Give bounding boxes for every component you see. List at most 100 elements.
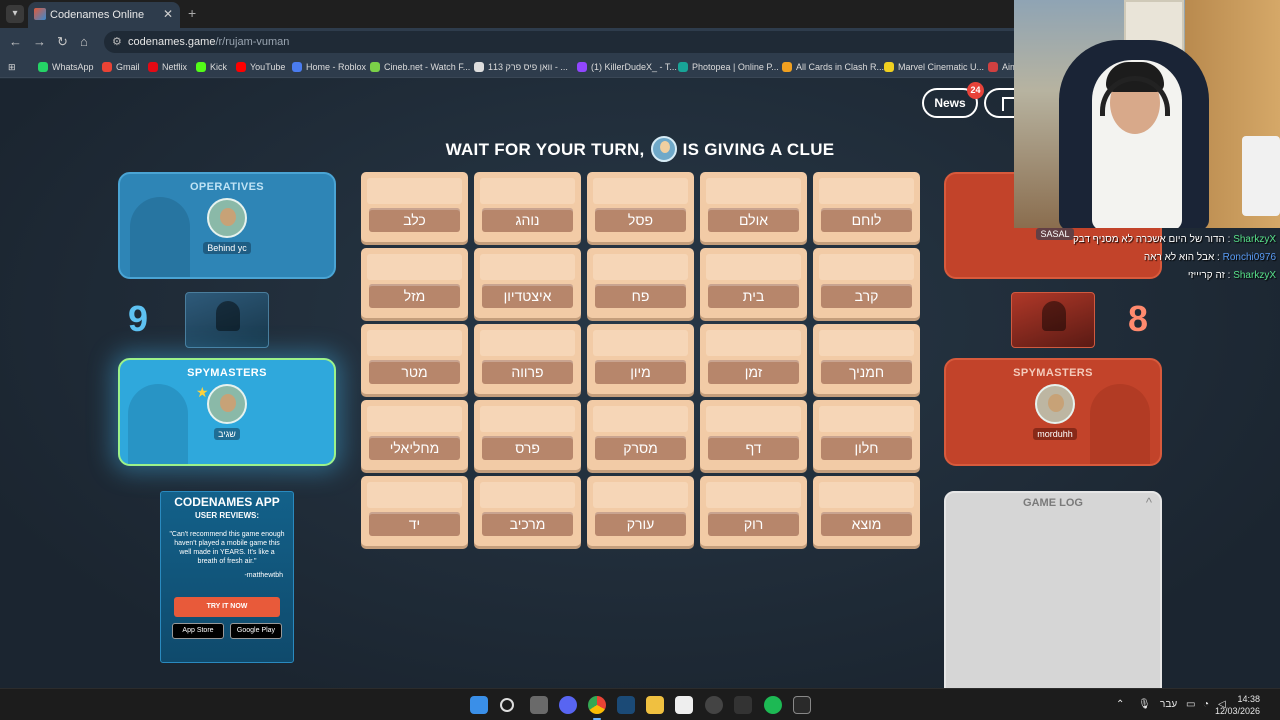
word-card[interactable]: מוצא [813, 476, 920, 546]
game-log-panel: GAME LOG ^ [944, 491, 1162, 688]
url-text: codenames.game/r/rujam-vuman [128, 36, 290, 48]
word-card[interactable]: דף [700, 400, 807, 470]
tab-search-button[interactable]: ▾ [6, 5, 24, 23]
bookmark-netflix[interactable]: Netflix [148, 60, 187, 74]
word-card[interactable]: חמניך [813, 324, 920, 394]
reload-icon[interactable]: ↻ [57, 34, 68, 50]
game-log-title: GAME LOG [1023, 497, 1083, 509]
tab-codenames[interactable]: Codenames Online ✕ [28, 2, 180, 28]
word-card[interactable]: זמן [700, 324, 807, 394]
word-card[interactable]: נוהג [474, 172, 581, 242]
bookmark-marvel[interactable]: Marvel Cinematic U... [884, 60, 984, 74]
player-name: Behind yc [203, 242, 251, 254]
blue-spymaster-player[interactable]: ★ שגיב [182, 384, 272, 442]
blue-spymasters-panel: SPYMASTERS ★ שגיב [118, 358, 336, 466]
word-card[interactable]: איצטדיון [474, 248, 581, 318]
word-card[interactable]: מרכיב [474, 476, 581, 546]
player-name: שגיב [214, 428, 240, 440]
bookmark-clash[interactable]: All Cards in Clash R... [782, 60, 884, 74]
tab-title: Codenames Online [50, 9, 145, 21]
home-icon[interactable]: ⌂ [80, 34, 88, 49]
webcam-overlay [1014, 0, 1280, 228]
forward-arrow-icon[interactable]: → [33, 34, 46, 49]
word-card[interactable]: פרס [474, 400, 581, 470]
site-info-icon[interactable]: ⚙ [112, 35, 122, 48]
codenames-favicon-icon [34, 8, 46, 20]
red-spymasters-title: SPYMASTERS [1013, 367, 1093, 379]
word-card[interactable]: אולם [700, 172, 807, 242]
player-avatar-icon [207, 198, 247, 238]
bookmark-whatsapp[interactable]: WhatsApp [38, 60, 94, 74]
bookmark-gmail[interactable]: Gmail [102, 60, 140, 74]
word-card[interactable]: מסרק [587, 400, 694, 470]
word-card[interactable]: קרב [813, 248, 920, 318]
chat-message: SharkzyX : הדור של היום אשכרה לא מסניף ד… [1072, 234, 1276, 245]
chevron-up-icon[interactable]: ^ [1146, 495, 1152, 510]
word-card[interactable]: בית [700, 248, 807, 318]
news-button[interactable]: News 24 [922, 82, 984, 118]
word-card[interactable]: חלון [813, 400, 920, 470]
bookmark-cineb[interactable]: Cineb.net - Watch F... [370, 60, 470, 74]
bookmark-kick[interactable]: Kick [196, 60, 227, 74]
bookmark-onepiece[interactable]: וואן פיס פרק 113 - ... [474, 60, 568, 74]
word-card[interactable]: מזל [361, 248, 468, 318]
bookmark-twitch[interactable]: (1) KillerDudeX_ - T... [577, 60, 677, 74]
microphone-icon[interactable]: 🎙 [1138, 699, 1151, 710]
file-explorer-icon[interactable] [646, 696, 664, 714]
blue-operative-player[interactable]: Behind yc [182, 198, 272, 256]
chat-message: Ronchi0976 : אבל הוא לא ראה [1143, 252, 1276, 263]
app-icon[interactable] [675, 696, 693, 714]
word-card[interactable]: מטר [361, 324, 468, 394]
player-name: morduhh [1033, 428, 1077, 440]
word-card[interactable]: רוק [700, 476, 807, 546]
red-agent-portrait [1011, 292, 1095, 348]
back-arrow-icon[interactable]: ← [9, 34, 22, 49]
word-card[interactable]: פסל [587, 172, 694, 242]
language-indicator[interactable]: עבר [1160, 699, 1177, 710]
app-ad[interactable]: CODENAMES APP USER REVIEWS: "Can't recom… [160, 491, 294, 663]
google-play-button[interactable]: Google Play [230, 623, 282, 639]
bookmark-photopea[interactable]: Photopea | Online P... [678, 60, 779, 74]
word-card[interactable]: כלב [361, 172, 468, 242]
steam-icon[interactable] [617, 696, 635, 714]
new-tab-button[interactable]: + [188, 5, 196, 21]
epic-games-icon[interactable] [793, 696, 811, 714]
discord-icon[interactable] [559, 696, 577, 714]
system-clock[interactable]: 14:38 12/03/2026 [1215, 693, 1260, 717]
word-card[interactable]: פרווה [474, 324, 581, 394]
blue-operatives-panel: OPERATIVES Behind yc [118, 172, 336, 279]
app-store-button[interactable]: App Store [172, 623, 224, 639]
tab-close-icon[interactable]: ✕ [163, 7, 173, 21]
apps-grid-icon[interactable]: ⊞ [8, 60, 16, 74]
start-menu-icon[interactable] [470, 696, 488, 714]
news-count-badge: 24 [967, 82, 984, 99]
blue-score: 9 [128, 298, 149, 339]
red-spymaster-player[interactable]: morduhh [1010, 384, 1100, 442]
stream-chat: SharkzyX : הדור של היום אשכרה לא מסניף ד… [1020, 231, 1276, 285]
word-card[interactable]: עורק [587, 476, 694, 546]
ad-quote: "Can't recommend this game enough haven'… [169, 531, 285, 565]
word-card[interactable]: יד [361, 476, 468, 546]
spotify-icon[interactable] [764, 696, 782, 714]
word-card[interactable]: מיון [587, 324, 694, 394]
blue-spymasters-title: SPYMASTERS [187, 367, 267, 379]
word-card[interactable]: פח [587, 248, 694, 318]
word-card[interactable]: לוחם [813, 172, 920, 242]
chevron-up-icon[interactable]: ⌃ [1116, 699, 1124, 710]
chrome-icon[interactable] [588, 696, 606, 714]
task-view-icon[interactable] [530, 696, 548, 714]
word-card[interactable]: מחליאלי [361, 400, 468, 470]
bookmark-roblox[interactable]: Home - Roblox [292, 60, 366, 74]
search-icon[interactable] [500, 698, 514, 712]
app-icon[interactable] [734, 696, 752, 714]
ad-author: -matthewtbh [244, 572, 283, 579]
monitor-icon[interactable]: ▭ [1186, 699, 1195, 710]
network-icon[interactable]: ◔ [1203, 699, 1209, 710]
address-bar[interactable]: ⚙ codenames.game/r/rujam-vuman [104, 31, 1024, 53]
obs-icon[interactable] [705, 696, 723, 714]
bookmark-youtube[interactable]: YouTube [236, 60, 285, 74]
spymaster-avatar-icon [650, 136, 677, 162]
ad-subtitle: USER REVIEWS: [194, 511, 259, 520]
player-avatar-icon [207, 384, 247, 424]
try-it-now-button[interactable]: TRY IT NOW [174, 597, 280, 617]
